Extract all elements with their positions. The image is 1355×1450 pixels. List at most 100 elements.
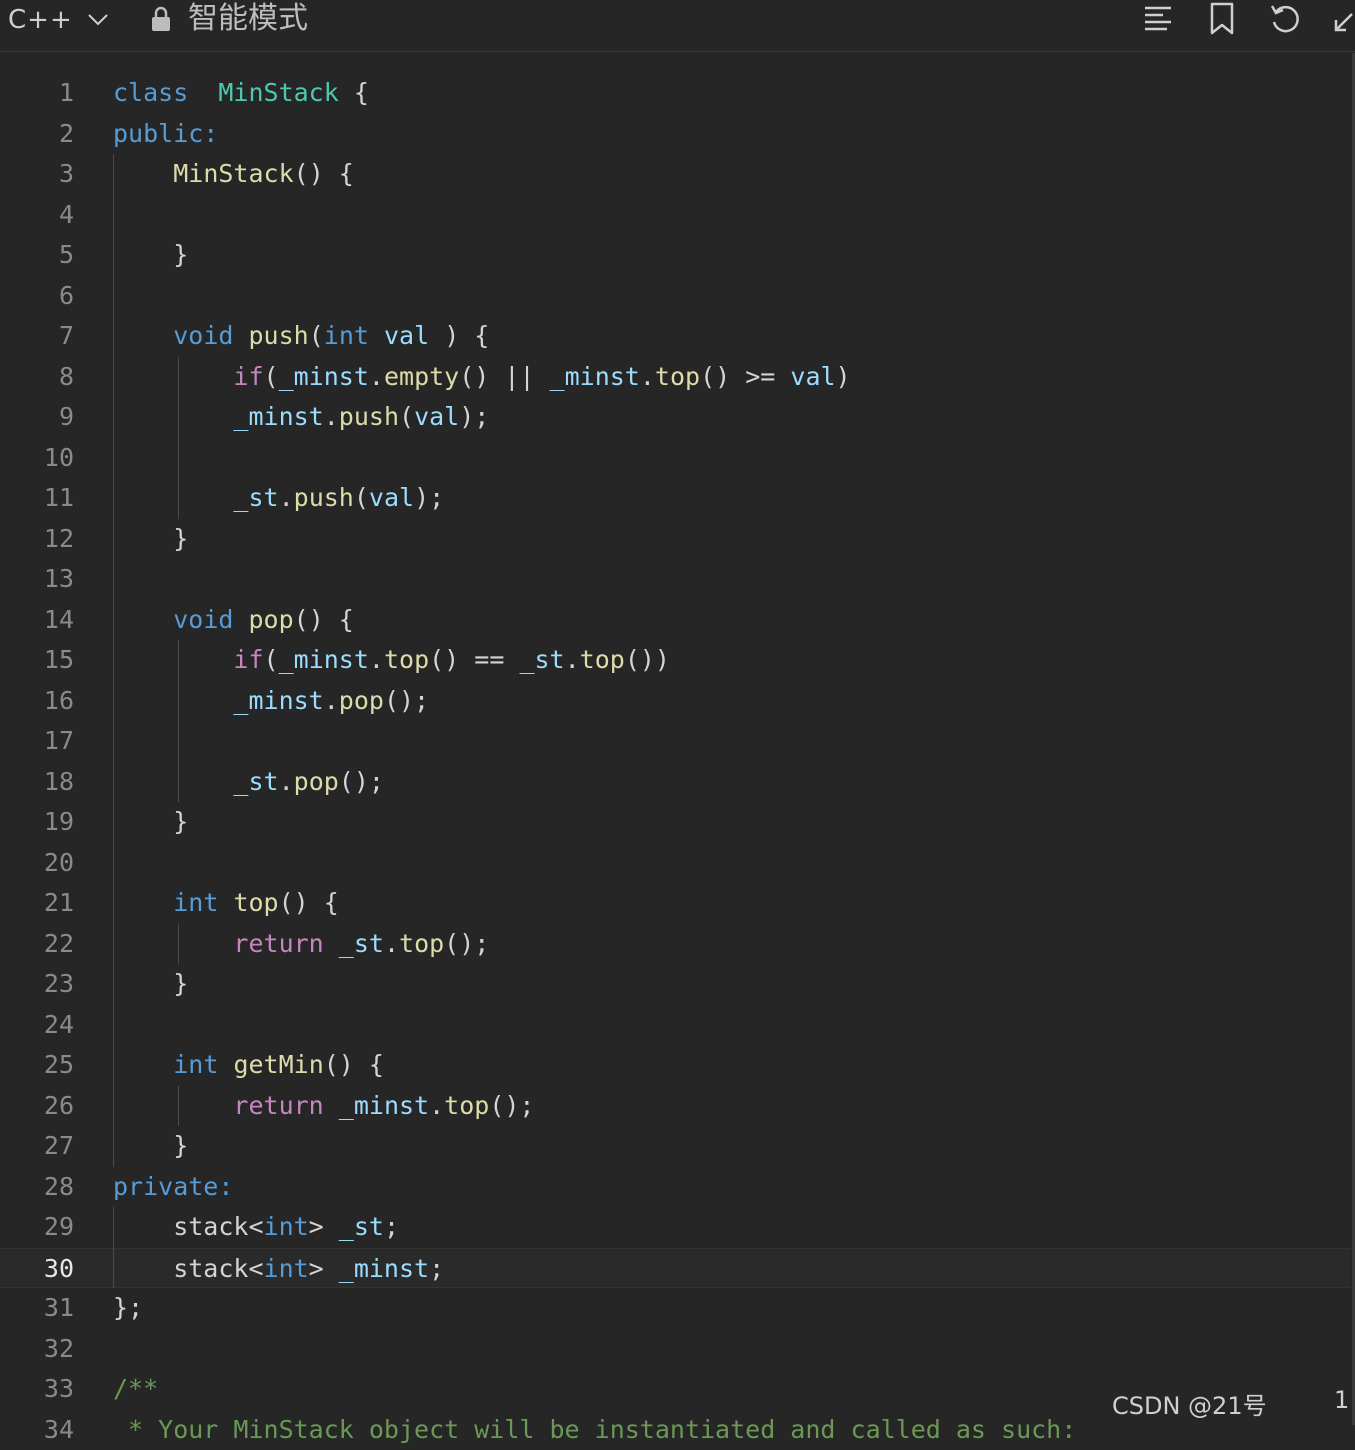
- code-line[interactable]: 6: [0, 276, 1350, 317]
- code-text[interactable]: int getMin() {: [113, 1045, 384, 1086]
- code-text[interactable]: private:: [113, 1167, 233, 1208]
- code-line[interactable]: 14 void pop() {: [0, 600, 1350, 641]
- code-text[interactable]: return _st.top();: [113, 924, 489, 965]
- code-token: top: [580, 645, 625, 674]
- code-text[interactable]: /**: [113, 1369, 158, 1410]
- code-editor[interactable]: 1 class MinStack {2public:3 MinStack() {4…: [0, 53, 1355, 1425]
- code-line[interactable]: 22 return _st.top();: [0, 924, 1350, 965]
- code-text[interactable]: if(_minst.top() == _st.top()): [113, 640, 670, 681]
- line-number: 1: [0, 73, 74, 114]
- code-token: ) {: [429, 321, 489, 350]
- format-icon[interactable]: [1143, 2, 1175, 34]
- code-token: val: [369, 483, 414, 512]
- code-line[interactable]: 13: [0, 559, 1350, 600]
- smart-mode-label[interactable]: 智能模式: [188, 0, 308, 38]
- code-text[interactable]: }: [113, 235, 188, 276]
- code-token: [218, 888, 233, 917]
- code-line[interactable]: 29 stack<int> _st;: [0, 1207, 1350, 1248]
- code-line[interactable]: 20: [0, 843, 1350, 884]
- code-text[interactable]: _st.pop();: [113, 762, 384, 803]
- code-token: .: [640, 362, 655, 391]
- line-number: 32: [0, 1329, 74, 1370]
- corner-number: 1: [1334, 1386, 1349, 1414]
- code-line[interactable]: 8 if(_minst.empty() || _minst.top() >= v…: [0, 357, 1350, 398]
- code-token: top: [655, 362, 700, 391]
- code-line[interactable]: 16 _minst.pop();: [0, 681, 1350, 722]
- indent-guide: [178, 357, 179, 519]
- code-text[interactable]: }: [113, 1126, 188, 1167]
- code-line[interactable]: 2public:: [0, 114, 1350, 155]
- code-text[interactable]: stack<int> _st;: [113, 1207, 399, 1248]
- code-text[interactable]: _st.push(val);: [113, 478, 444, 519]
- code-text[interactable]: };: [113, 1288, 143, 1329]
- code-text[interactable]: if(_minst.empty() || _minst.top() >= val…: [113, 357, 851, 398]
- code-token: [188, 78, 218, 107]
- code-token: ()): [625, 645, 670, 674]
- line-number: 12: [0, 519, 74, 560]
- code-line[interactable]: 12 }: [0, 519, 1350, 560]
- chevron-down-icon[interactable]: [86, 8, 110, 32]
- code-line[interactable]: 24: [0, 1005, 1350, 1046]
- expand-icon[interactable]: [1332, 2, 1355, 34]
- code-line[interactable]: 28private:: [0, 1167, 1350, 1208]
- code-line[interactable]: 31};: [0, 1288, 1350, 1329]
- code-text[interactable]: * Your MinStack object will be instantia…: [113, 1410, 1076, 1450]
- code-text[interactable]: void push(int val ) {: [113, 316, 489, 357]
- code-line[interactable]: 3 MinStack() {: [0, 154, 1350, 195]
- indent-guide: [178, 924, 179, 965]
- code-line[interactable]: 30 stack<int> _minst;: [0, 1248, 1350, 1289]
- lock-icon: [150, 6, 172, 32]
- code-token: [113, 605, 173, 634]
- code-text[interactable]: }: [113, 964, 188, 1005]
- code-line[interactable]: 21 int top() {: [0, 883, 1350, 924]
- code-line[interactable]: 10: [0, 438, 1350, 479]
- code-line[interactable]: 19 }: [0, 802, 1350, 843]
- code-text[interactable]: }: [113, 519, 188, 560]
- code-line[interactable]: 26 return _minst.top();: [0, 1086, 1350, 1127]
- line-number: 18: [0, 762, 74, 803]
- code-token: >: [309, 1212, 339, 1241]
- code-line[interactable]: 18 _st.pop();: [0, 762, 1350, 803]
- code-line[interactable]: 11 _st.push(val);: [0, 478, 1350, 519]
- indent-guide: [178, 1086, 179, 1127]
- code-text[interactable]: }: [113, 802, 188, 843]
- line-number: 29: [0, 1207, 74, 1248]
- code-token: }: [113, 969, 188, 998]
- code-text[interactable]: class MinStack {: [113, 73, 369, 114]
- line-number: 30: [0, 1249, 74, 1290]
- code-line[interactable]: 5 }: [0, 235, 1350, 276]
- code-line[interactable]: 23 }: [0, 964, 1350, 1005]
- code-token: }: [113, 524, 188, 553]
- code-text[interactable]: return _minst.top();: [113, 1086, 534, 1127]
- code-text[interactable]: MinStack() {: [113, 154, 354, 195]
- code-line[interactable]: 15 if(_minst.top() == _st.top()): [0, 640, 1350, 681]
- language-selector[interactable]: C++: [8, 2, 73, 38]
- code-token: top: [399, 929, 444, 958]
- code-token: (: [399, 402, 414, 431]
- code-text[interactable]: _minst.push(val);: [113, 397, 489, 438]
- code-text[interactable]: _minst.pop();: [113, 681, 429, 722]
- line-number: 23: [0, 964, 74, 1005]
- line-number: 8: [0, 357, 74, 398]
- bookmark-icon[interactable]: [1208, 2, 1236, 36]
- code-line[interactable]: 7 void push(int val ) {: [0, 316, 1350, 357]
- code-line[interactable]: 25 int getMin() {: [0, 1045, 1350, 1086]
- code-token: (: [354, 483, 369, 512]
- code-line[interactable]: 4: [0, 195, 1350, 236]
- code-line[interactable]: 1 class MinStack {: [0, 73, 1350, 114]
- code-line[interactable]: 9 _minst.push(val);: [0, 397, 1350, 438]
- code-text[interactable]: stack<int> _minst;: [113, 1249, 444, 1290]
- code-token: }: [113, 1131, 188, 1160]
- line-number: 27: [0, 1126, 74, 1167]
- code-line[interactable]: 32: [0, 1329, 1350, 1370]
- code-line[interactable]: 17: [0, 721, 1350, 762]
- code-text[interactable]: public:: [113, 114, 218, 155]
- code-text[interactable]: void pop() {: [113, 600, 354, 641]
- reset-icon[interactable]: [1268, 2, 1302, 36]
- code-token: .: [324, 686, 339, 715]
- code-line[interactable]: 27 }: [0, 1126, 1350, 1167]
- code-token: return: [233, 929, 323, 958]
- code-text[interactable]: int top() {: [113, 883, 339, 924]
- code-token: /**: [113, 1374, 158, 1403]
- code-token: _st: [233, 767, 278, 796]
